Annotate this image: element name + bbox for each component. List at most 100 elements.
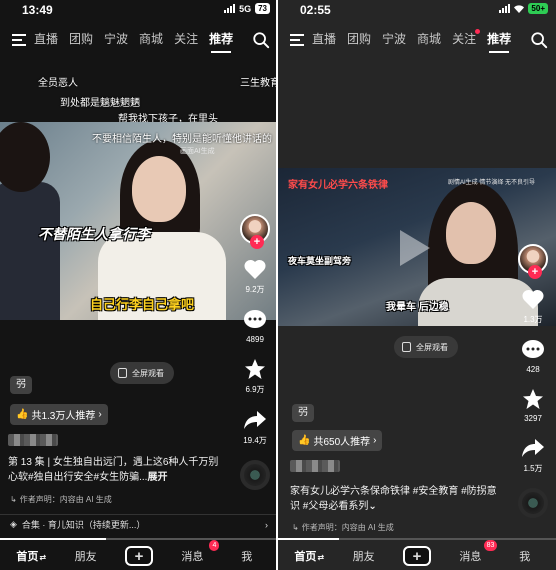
video-watermark: 画面AI生成	[180, 148, 215, 155]
create-button[interactable]: +	[402, 546, 431, 566]
tab-local[interactable]: 宁波	[104, 28, 128, 50]
author-avatar[interactable]: +	[518, 244, 548, 279]
top-nav: 直播 团购 宁波 商城 关注 推荐	[0, 28, 278, 53]
battery-icon: 73	[255, 3, 270, 14]
like-button[interactable]: 9.2万	[243, 258, 267, 295]
favorite-count: 6.9万	[245, 385, 265, 394]
follow-plus-icon[interactable]: +	[528, 265, 542, 279]
tab-mall[interactable]: 商城	[417, 28, 441, 50]
video-subtitle: 自己行李自己拿吧	[90, 297, 195, 312]
recommend-text: 共650人推荐	[313, 437, 371, 448]
video-frame[interactable]: 家有女儿必学六条铁律 剧情AI生成 情节演绎 无不良引导 夜车莫坐副驾旁 我晕车…	[278, 168, 556, 326]
signal-icon	[499, 4, 511, 13]
nav-me[interactable]: 我	[510, 548, 540, 564]
action-rail: + 9.2万 4899 6.9万 19.4万	[238, 214, 272, 490]
nav-home[interactable]: 首页⇄	[16, 548, 46, 564]
tab-mall[interactable]: 商城	[139, 28, 163, 50]
video-frame[interactable]: 不要相信陌生人，特别是能听懂他讲话的 画面AI生成 不替陌生人拿行李 自己行李自…	[0, 122, 278, 320]
author-name-blurred[interactable]	[8, 434, 58, 446]
danmu-comment: 到处都是魑魅魍魉	[60, 98, 140, 109]
search-icon[interactable]	[530, 31, 548, 49]
tab-following[interactable]: 关注	[174, 28, 198, 50]
play-icon[interactable]	[396, 228, 432, 268]
music-disc[interactable]	[518, 488, 548, 518]
tab-local[interactable]: 宁波	[382, 28, 406, 50]
nav-home[interactable]: 首页⇄	[294, 548, 324, 564]
share-button[interactable]: 19.4万	[243, 409, 267, 446]
video-progress[interactable]	[278, 538, 556, 540]
share-button[interactable]: 1.5万	[521, 437, 545, 474]
video-progress[interactable]	[0, 538, 278, 540]
tab-groupbuy[interactable]: 团购	[69, 28, 93, 50]
description-text: 第 13 集 | 女生独自出远门，遇上这6种人千万别心软#独自出行安全#女生防骗…	[8, 457, 219, 483]
nav-messages-label: 消息	[181, 551, 204, 563]
nav-friends[interactable]: 朋友	[349, 548, 379, 564]
expand-chevron-icon[interactable]: ⌄	[368, 501, 376, 512]
favorite-button[interactable]: 3297	[521, 388, 545, 423]
tab-live[interactable]: 直播	[312, 28, 336, 50]
tab-live[interactable]: 直播	[34, 28, 58, 50]
tab-groupbuy[interactable]: 团购	[347, 28, 371, 50]
fullscreen-label: 全屏观看	[416, 342, 448, 352]
man-figure	[0, 182, 60, 320]
fullscreen-icon	[402, 342, 411, 352]
nav-messages[interactable]: 消息 4	[177, 540, 220, 564]
chevron-right-icon: ›	[265, 519, 268, 530]
like-button[interactable]: 1.3万	[521, 288, 545, 325]
music-disc[interactable]	[240, 460, 270, 490]
favorite-button[interactable]: 6.9万	[243, 358, 267, 395]
menu-icon[interactable]	[290, 34, 304, 49]
status-time: 13:49	[22, 3, 53, 17]
action-rail: + 1.3万 428 3297 1.5万	[516, 244, 550, 518]
video-subtitle: 我晕车 后边稳	[386, 302, 449, 313]
video-description[interactable]: 家有女儿必学六条保命铁律 #安全教育 #防拐意识 #父母必看系列⌄	[290, 484, 500, 514]
nav-friends[interactable]: 朋友	[71, 548, 101, 564]
create-button[interactable]: +	[124, 546, 153, 566]
follow-plus-icon[interactable]: +	[250, 235, 264, 249]
video-description[interactable]: 第 13 集 | 女生独自出远门，遇上这6种人千万别心软#独自出行安全#女生防骗…	[8, 455, 228, 485]
status-icons: 50+	[499, 3, 548, 14]
status-time: 02:55	[300, 3, 331, 17]
nav-me[interactable]: 我	[232, 548, 262, 564]
collection-icon: ◈	[10, 519, 17, 529]
author-name-blurred[interactable]	[290, 460, 340, 472]
comment-icon	[522, 340, 544, 358]
nav-messages[interactable]: 消息 83	[455, 540, 498, 564]
author-tag[interactable]: 弜	[10, 376, 32, 394]
author-statement: ↳ 作者声明：内容由 AI 生成	[10, 494, 112, 505]
like-count: 1.3万	[523, 315, 543, 324]
recommend-chip[interactable]: 👍 共650人推荐 ›	[292, 430, 383, 451]
comment-button[interactable]: 4899	[243, 309, 267, 344]
menu-icon[interactable]	[12, 34, 26, 49]
comment-count: 428	[526, 365, 540, 374]
nav-tabs: 直播 团购 宁波 商城 关注 推荐	[34, 28, 244, 53]
tab-following-label: 关注	[452, 32, 477, 46]
author-statement: ↳ 作者声明：内容由 AI 生成	[292, 522, 394, 533]
expand-link[interactable]: 展开	[147, 472, 167, 483]
wifi-icon	[514, 4, 525, 13]
woman-face	[132, 156, 186, 222]
like-count: 9.2万	[245, 285, 265, 294]
author-statement-text: 作者声明：内容由 AI 生成	[19, 495, 112, 504]
comment-button[interactable]: 428	[521, 339, 545, 374]
video-watermark: 剧情AI生成 情节演绎 无不良引导	[448, 180, 536, 186]
refresh-icon: ⇄	[317, 553, 325, 562]
left-screenshot: 13:49 5G 73 直播 团购 宁波 商城 关注 推荐 全员恶人 到处都是魑…	[0, 0, 278, 570]
tab-recommend[interactable]: 推荐	[209, 28, 233, 53]
heart-icon	[522, 289, 544, 309]
woman-face	[446, 202, 496, 264]
bottom-nav: 首页⇄ 朋友 + 消息 4 我	[0, 540, 278, 570]
chevron-right-icon: ›	[98, 409, 102, 420]
fullscreen-button[interactable]: 全屏观看	[394, 336, 458, 358]
tab-recommend[interactable]: 推荐	[487, 28, 511, 53]
nav-home-label: 首页	[16, 551, 39, 563]
info-icon: ↳	[292, 523, 299, 532]
search-icon[interactable]	[252, 31, 270, 49]
fullscreen-button[interactable]: 全屏观看	[110, 362, 174, 384]
tab-following[interactable]: 关注	[452, 28, 481, 50]
author-tag[interactable]: 弜	[292, 404, 314, 422]
video-caption: 夜车莫坐副驾旁	[288, 256, 352, 266]
author-avatar[interactable]: +	[240, 214, 270, 249]
collection-bar[interactable]: ◈ 合集 · 育儿知识（持续更新...） ›	[0, 514, 278, 534]
recommend-chip[interactable]: 👍 共1.3万人推荐 ›	[10, 404, 108, 425]
